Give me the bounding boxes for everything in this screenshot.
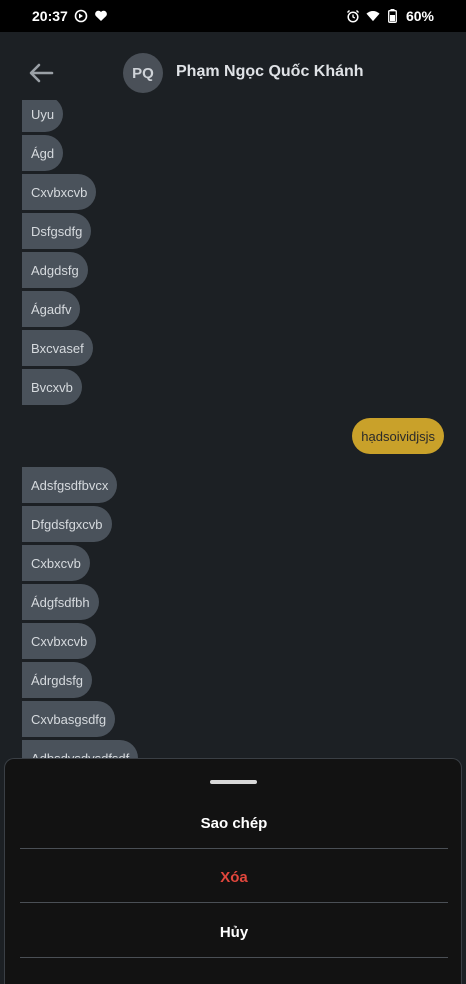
status-bar: 20:37 60% bbox=[0, 0, 466, 32]
divider bbox=[20, 957, 448, 958]
contact-avatar[interactable]: PQ bbox=[123, 53, 163, 93]
heart-icon bbox=[94, 9, 108, 23]
wifi-icon bbox=[366, 9, 380, 23]
message-incoming[interactable]: Cxvbasgsdfg bbox=[22, 701, 116, 737]
message-incoming[interactable]: Ágd bbox=[22, 135, 64, 171]
message-incoming[interactable]: Bvcxvb bbox=[22, 369, 82, 405]
delete-button[interactable]: Xóa bbox=[20, 850, 448, 904]
divider bbox=[20, 902, 448, 903]
message-list[interactable]: Uyu Ágd Cxvbxcvb Dsfgsdfg Adgdsfg Ágadfv… bbox=[0, 100, 466, 760]
message-incoming[interactable]: Adsfgsdfbvcx bbox=[22, 467, 118, 503]
message-outgoing[interactable]: hạdsoividjsjs bbox=[352, 418, 444, 454]
message-incoming[interactable]: Adgdsfg bbox=[22, 252, 88, 288]
status-time: 20:37 bbox=[32, 8, 68, 24]
contact-name[interactable]: Phạm Ngọc Quốc Khánh bbox=[176, 63, 364, 81]
message-incoming[interactable]: Adbsdvsdvsdfsdf bbox=[22, 740, 139, 760]
battery-percent: 60% bbox=[405, 8, 434, 24]
copy-button[interactable]: Sao chép bbox=[20, 796, 448, 850]
message-incoming[interactable]: Cxvbxcvb bbox=[22, 623, 97, 659]
back-button[interactable] bbox=[26, 58, 56, 88]
status-left: 20:37 bbox=[32, 8, 108, 24]
avatar-initials: PQ bbox=[132, 64, 154, 82]
sync-icon bbox=[74, 9, 88, 23]
message-incoming[interactable]: Ádgfsdfbh bbox=[22, 584, 99, 620]
cancel-button[interactable]: Hủy bbox=[20, 905, 448, 959]
message-incoming[interactable]: Dsfgsdfg bbox=[22, 213, 92, 249]
alarm-icon bbox=[346, 9, 360, 23]
message-incoming[interactable]: Dfgdsfgxcvb bbox=[22, 506, 112, 542]
message-incoming[interactable]: Uyu bbox=[22, 100, 64, 132]
message-incoming[interactable]: Ádrgdsfg bbox=[22, 662, 93, 698]
message-incoming[interactable]: Cxbxcvb bbox=[22, 545, 90, 581]
message-incoming[interactable]: Ágadfv bbox=[22, 291, 81, 327]
message-actions-sheet: Sao chép Xóa Hủy bbox=[4, 758, 462, 984]
divider bbox=[20, 848, 448, 849]
status-right: 60% bbox=[346, 8, 434, 24]
arrow-left-icon bbox=[29, 63, 54, 83]
message-incoming[interactable]: Bxcvasef bbox=[22, 330, 93, 366]
message-incoming[interactable]: Cxvbxcvb bbox=[22, 174, 97, 210]
sheet-drag-handle[interactable] bbox=[210, 780, 257, 784]
battery-icon bbox=[386, 9, 400, 23]
